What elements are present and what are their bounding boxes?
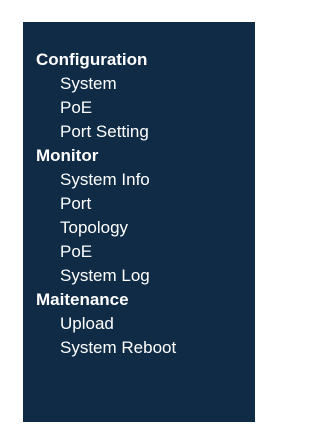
menu-item-topology[interactable]: Topology xyxy=(23,216,255,240)
menu-item-config-poe[interactable]: PoE xyxy=(23,96,255,120)
menu-item-port-setting[interactable]: Port Setting xyxy=(23,120,255,144)
section-header-configuration: Configuration xyxy=(36,50,148,69)
section-header-maintenance: Maitenance xyxy=(36,290,129,309)
nav-menu: Configuration System PoE Port Setting Mo… xyxy=(23,22,255,422)
menu-item-system-info[interactable]: System Info xyxy=(23,168,255,192)
section-header-monitor: Monitor xyxy=(36,146,99,165)
menu-item-system-log[interactable]: System Log xyxy=(23,264,255,288)
menu-item-system-reboot[interactable]: System Reboot xyxy=(23,336,255,360)
menu-item-upload[interactable]: Upload xyxy=(23,312,255,336)
menu-item-monitor-poe[interactable]: PoE xyxy=(23,240,255,264)
menu-item-config-system[interactable]: System xyxy=(23,72,255,96)
menu-item-port[interactable]: Port xyxy=(23,192,255,216)
